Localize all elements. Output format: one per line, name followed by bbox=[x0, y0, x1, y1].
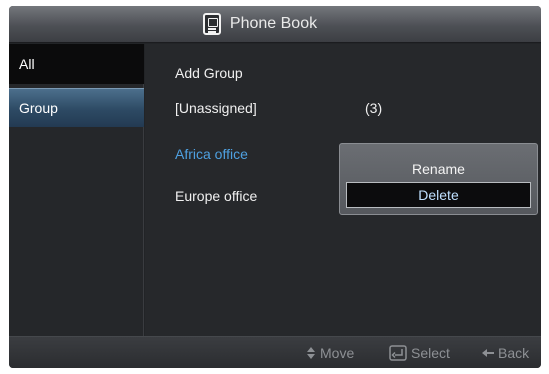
up-down-arrows-icon bbox=[307, 347, 315, 359]
move-hint: Move bbox=[306, 337, 354, 368]
tab-all[interactable]: All bbox=[9, 44, 144, 84]
back-hint: Back bbox=[482, 337, 529, 368]
list-item-europe-office[interactable]: Europe office bbox=[175, 184, 257, 208]
context-menu: Rename Delete bbox=[339, 143, 538, 215]
delete-menu-item[interactable]: Delete bbox=[346, 182, 531, 208]
add-group-item[interactable]: Add Group bbox=[175, 61, 243, 85]
list-item-unassigned[interactable]: [Unassigned] bbox=[175, 96, 257, 120]
phone-book-screen: Phone Book All Group Add Group [Unassign… bbox=[9, 6, 541, 368]
move-hint-label: Move bbox=[320, 345, 355, 361]
select-hint-label: Select bbox=[411, 345, 450, 361]
page-title: Phone Book bbox=[229, 15, 318, 32]
tab-column: All Group bbox=[9, 44, 144, 336]
bottom-hint-bar: Move Select Back bbox=[9, 336, 541, 368]
select-hint: Select bbox=[389, 337, 450, 368]
list-item-africa-office[interactable]: Africa office bbox=[175, 142, 248, 166]
title-bar: Phone Book bbox=[9, 6, 541, 43]
rename-menu-item[interactable]: Rename bbox=[346, 156, 531, 182]
left-arrow-icon bbox=[482, 349, 494, 357]
tab-group[interactable]: Group bbox=[9, 88, 144, 127]
back-hint-label: Back bbox=[498, 345, 530, 361]
phone-book-icon bbox=[202, 13, 221, 35]
enter-key-icon bbox=[389, 345, 407, 361]
unassigned-count: (3) bbox=[365, 100, 383, 116]
